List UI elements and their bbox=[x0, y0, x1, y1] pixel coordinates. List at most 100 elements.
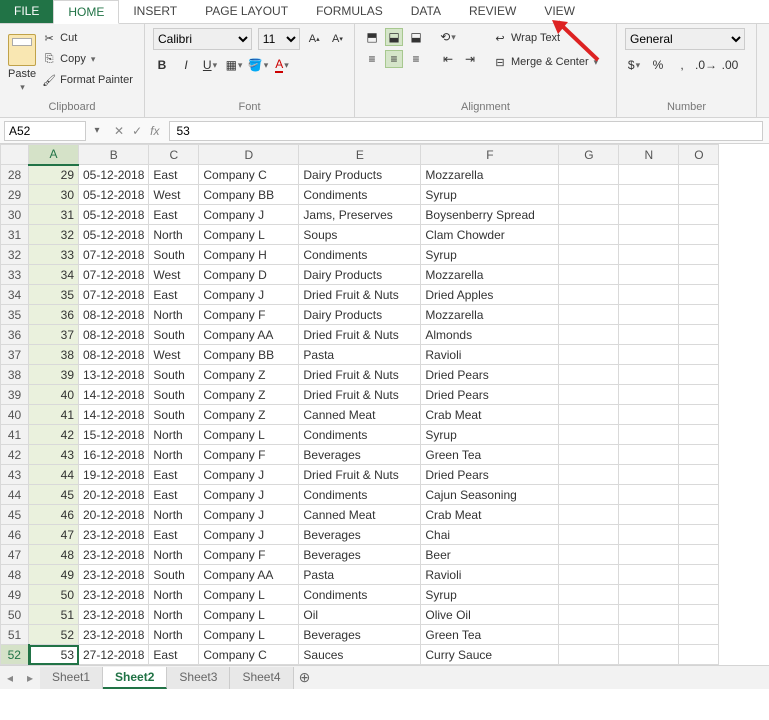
cell[interactable]: 36 bbox=[29, 305, 79, 325]
paste-button[interactable]: Paste ▾ bbox=[8, 28, 36, 99]
cell[interactable] bbox=[559, 545, 619, 565]
row-header[interactable]: 28 bbox=[1, 165, 29, 185]
spreadsheet-grid[interactable]: ABCDEFGNO282905-12-2018EastCompany CDair… bbox=[0, 144, 769, 665]
row-header[interactable]: 37 bbox=[1, 345, 29, 365]
select-all-cell[interactable] bbox=[1, 145, 29, 165]
cell[interactable]: Pasta bbox=[299, 565, 421, 585]
row-header[interactable]: 32 bbox=[1, 245, 29, 265]
sheet-tab-sheet4[interactable]: Sheet4 bbox=[230, 667, 293, 689]
cell[interactable] bbox=[619, 325, 679, 345]
cell[interactable]: Company L bbox=[199, 625, 299, 645]
cell[interactable]: Syrup bbox=[421, 185, 559, 205]
row-header[interactable]: 51 bbox=[1, 625, 29, 645]
cell[interactable]: 15-12-2018 bbox=[79, 425, 149, 445]
cell[interactable]: Company J bbox=[199, 285, 299, 305]
cell[interactable]: West bbox=[149, 345, 199, 365]
cell[interactable]: East bbox=[149, 165, 199, 185]
cell[interactable]: 51 bbox=[29, 605, 79, 625]
cell[interactable]: 20-12-2018 bbox=[79, 485, 149, 505]
cell[interactable] bbox=[619, 485, 679, 505]
cell[interactable] bbox=[619, 565, 679, 585]
cell[interactable]: 19-12-2018 bbox=[79, 465, 149, 485]
cell[interactable]: 05-12-2018 bbox=[79, 225, 149, 245]
cell[interactable]: 31 bbox=[29, 205, 79, 225]
font-name-select[interactable]: Calibri bbox=[153, 28, 252, 50]
cell[interactable]: East bbox=[149, 525, 199, 545]
cell[interactable]: 34 bbox=[29, 265, 79, 285]
cell[interactable] bbox=[679, 325, 719, 345]
row-header[interactable]: 38 bbox=[1, 365, 29, 385]
cell[interactable]: Condiments bbox=[299, 245, 421, 265]
cell[interactable] bbox=[619, 505, 679, 525]
cell[interactable] bbox=[559, 505, 619, 525]
cell[interactable] bbox=[679, 425, 719, 445]
cell[interactable]: 14-12-2018 bbox=[79, 385, 149, 405]
merge-center-button[interactable]: ⊟ Merge & Center ▾ bbox=[493, 52, 598, 72]
cell[interactable]: Olive Oil bbox=[421, 605, 559, 625]
align-left-button[interactable]: ≡ bbox=[363, 50, 381, 68]
cell[interactable]: Syrup bbox=[421, 245, 559, 265]
row-header[interactable]: 44 bbox=[1, 485, 29, 505]
cell[interactable]: Beverages bbox=[299, 625, 421, 645]
name-box-dropdown[interactable]: ▾ bbox=[90, 125, 104, 136]
cell[interactable] bbox=[619, 585, 679, 605]
row-header[interactable]: 43 bbox=[1, 465, 29, 485]
cell[interactable]: 30 bbox=[29, 185, 79, 205]
cell[interactable]: 23-12-2018 bbox=[79, 605, 149, 625]
cell[interactable] bbox=[559, 445, 619, 465]
tab-data[interactable]: DATA bbox=[397, 0, 455, 23]
cell[interactable]: Green Tea bbox=[421, 445, 559, 465]
cell[interactable]: Condiments bbox=[299, 185, 421, 205]
cell[interactable]: Company J bbox=[199, 485, 299, 505]
cell[interactable]: Chai bbox=[421, 525, 559, 545]
cell[interactable]: 49 bbox=[29, 565, 79, 585]
cell[interactable]: Condiments bbox=[299, 585, 421, 605]
cell[interactable]: North bbox=[149, 585, 199, 605]
cell[interactable]: Company J bbox=[199, 465, 299, 485]
cell[interactable] bbox=[559, 645, 619, 665]
cell[interactable]: South bbox=[149, 565, 199, 585]
cell[interactable]: Curry Sauce bbox=[421, 645, 559, 665]
cell[interactable]: Company Z bbox=[199, 365, 299, 385]
cell[interactable]: Boysenberry Spread bbox=[421, 205, 559, 225]
cell[interactable]: Syrup bbox=[421, 425, 559, 445]
col-header-B[interactable]: B bbox=[79, 145, 149, 165]
cell[interactable] bbox=[559, 165, 619, 185]
cell[interactable]: Condiments bbox=[299, 485, 421, 505]
cell[interactable] bbox=[619, 245, 679, 265]
cell[interactable] bbox=[679, 205, 719, 225]
cell[interactable]: Cajun Seasoning bbox=[421, 485, 559, 505]
cancel-formula-icon[interactable]: ✕ bbox=[114, 124, 124, 138]
formula-input[interactable] bbox=[169, 121, 763, 141]
cell[interactable]: 52 bbox=[29, 625, 79, 645]
copy-button[interactable]: ⎘ Copy ▾ bbox=[42, 49, 133, 69]
cell[interactable]: East bbox=[149, 485, 199, 505]
wrap-text-button[interactable]: ↩ Wrap Text bbox=[493, 28, 598, 48]
row-header[interactable]: 33 bbox=[1, 265, 29, 285]
row-header[interactable]: 39 bbox=[1, 385, 29, 405]
font-size-select[interactable]: 11 bbox=[258, 28, 300, 50]
cell[interactable]: 33 bbox=[29, 245, 79, 265]
cell[interactable]: North bbox=[149, 425, 199, 445]
cell[interactable]: Pasta bbox=[299, 345, 421, 365]
cell[interactable] bbox=[679, 365, 719, 385]
cell[interactable]: Company L bbox=[199, 225, 299, 245]
cell[interactable] bbox=[559, 325, 619, 345]
cell[interactable]: Company F bbox=[199, 305, 299, 325]
row-header[interactable]: 52 bbox=[1, 645, 29, 665]
cell[interactable]: South bbox=[149, 325, 199, 345]
cell[interactable] bbox=[559, 465, 619, 485]
cell[interactable]: Green Tea bbox=[421, 625, 559, 645]
row-header[interactable]: 40 bbox=[1, 405, 29, 425]
cell[interactable]: East bbox=[149, 465, 199, 485]
cell[interactable] bbox=[559, 305, 619, 325]
cell[interactable]: Sauces bbox=[299, 645, 421, 665]
cell[interactable]: 32 bbox=[29, 225, 79, 245]
cell[interactable] bbox=[679, 165, 719, 185]
align-right-button[interactable]: ≡ bbox=[407, 50, 425, 68]
format-painter-button[interactable]: 🖌 Format Painter bbox=[42, 70, 133, 90]
enter-formula-icon[interactable]: ✓ bbox=[132, 124, 142, 138]
cell[interactable] bbox=[559, 385, 619, 405]
cell[interactable]: Clam Chowder bbox=[421, 225, 559, 245]
col-header-F[interactable]: F bbox=[421, 145, 559, 165]
